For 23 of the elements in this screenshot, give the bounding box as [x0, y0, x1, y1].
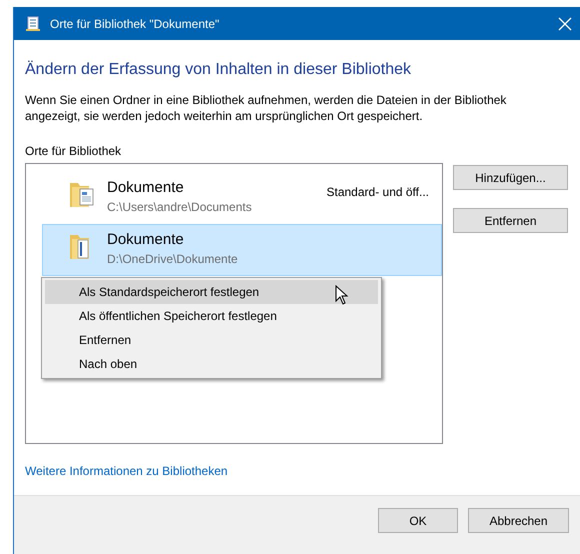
location-name: Dokumente: [107, 179, 185, 197]
menu-item[interactable]: Nach oben: [45, 352, 378, 376]
location-item[interactable]: Dokumente D:\OneDrive\Dokumente: [42, 224, 442, 276]
library-icon: [26, 16, 40, 32]
description-text: Wenn Sie einen Ordner in eine Bibliothek aufnehmen, werden die Dateien in der Bibliothek angezeigt, sie werden jedoch weiterhin am ursprünglichen Ort gespeichert.: [25, 92, 508, 124]
dialog-button[interactable]: OK: [378, 508, 458, 533]
close-icon: [558, 17, 572, 31]
location-status: Standard- und öff...: [326, 184, 429, 201]
dialog-button[interactable]: Abbrechen: [468, 508, 569, 533]
dialog-heading: Ändern der Erfassung von Inhalten in dieser Bibliothek: [25, 60, 412, 80]
location-item[interactable]: Dokumente C:\Users\andre\Documents Standard- und öff...: [42, 172, 442, 224]
location-path: D:\OneDrive\Dokumente: [107, 251, 238, 267]
mouse-cursor-icon: [335, 285, 349, 305]
side-button[interactable]: Entfernen: [453, 208, 568, 233]
info-link[interactable]: Weitere Informationen zu Bibliotheken: [25, 464, 228, 478]
menu-item[interactable]: Als öffentlichen Speicherort festlegen: [45, 304, 378, 328]
location-name: Dokumente: [107, 231, 185, 249]
menu-item[interactable]: Als Standardspeicherort festlegen: [45, 280, 378, 304]
menu-item[interactable]: Entfernen: [45, 328, 378, 352]
side-button[interactable]: Hinzufügen...: [453, 165, 568, 190]
location-path: C:\Users\andre\Documents: [107, 199, 252, 215]
window-title: Orte für Bibliothek "Dokumente": [50, 16, 220, 32]
locations-label: Orte für Bibliothek: [25, 144, 122, 158]
